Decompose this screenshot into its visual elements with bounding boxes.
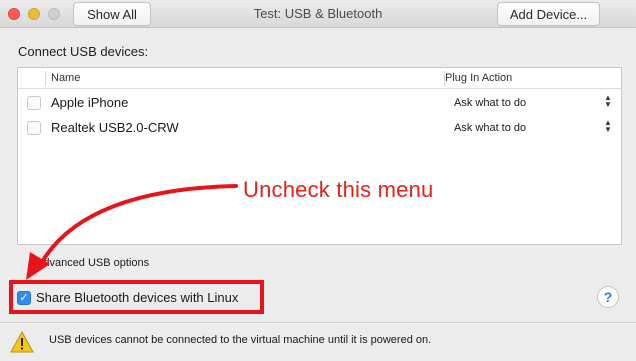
device-checkbox[interactable]: [27, 96, 41, 110]
column-header-plug-in-action[interactable]: Plug In Action: [445, 72, 512, 84]
help-icon[interactable]: ?: [597, 286, 619, 308]
status-bar: USB devices cannot be connected to the v…: [0, 322, 636, 361]
add-device-button[interactable]: Add Device...: [497, 2, 600, 26]
plug-in-action-select[interactable]: Ask what to do: [454, 97, 526, 109]
plug-in-action-select[interactable]: Ask what to do: [454, 122, 526, 134]
column-separator: [45, 71, 46, 86]
connect-usb-label: Connect USB devices:: [18, 44, 149, 59]
show-all-button[interactable]: Show All: [73, 2, 151, 26]
title-bar: Show All Test: USB & Bluetooth Add Devic…: [0, 0, 636, 28]
chevron-updown-icon[interactable]: ▲ ▼: [603, 119, 613, 135]
device-checkbox[interactable]: [27, 121, 41, 135]
column-header-name[interactable]: Name: [51, 72, 80, 84]
chevron-updown-icon[interactable]: ▲ ▼: [603, 94, 613, 110]
device-name: Apple iPhone: [51, 95, 129, 110]
minimize-window-button[interactable]: [28, 8, 40, 20]
table-row[interactable]: Realtek USB2.0-CRW Ask what to do ▲ ▼: [18, 116, 621, 141]
annotation-text: Uncheck this menu: [243, 177, 434, 202]
table-header: Name Plug In Action: [18, 68, 621, 89]
advanced-usb-options-button[interactable]: Advanced USB options: [36, 257, 149, 269]
annotation-highlight-box: [9, 280, 264, 314]
device-name: Realtek USB2.0-CRW: [51, 120, 179, 135]
warning-icon: [10, 331, 34, 353]
status-warning-text: USB devices cannot be connected to the v…: [49, 334, 432, 346]
table-row[interactable]: Apple iPhone Ask what to do ▲ ▼: [18, 91, 621, 116]
usb-devices-table: Name Plug In Action Apple iPhone Ask wha…: [17, 67, 622, 245]
zoom-window-button[interactable]: [48, 8, 60, 20]
close-window-button[interactable]: [8, 8, 20, 20]
